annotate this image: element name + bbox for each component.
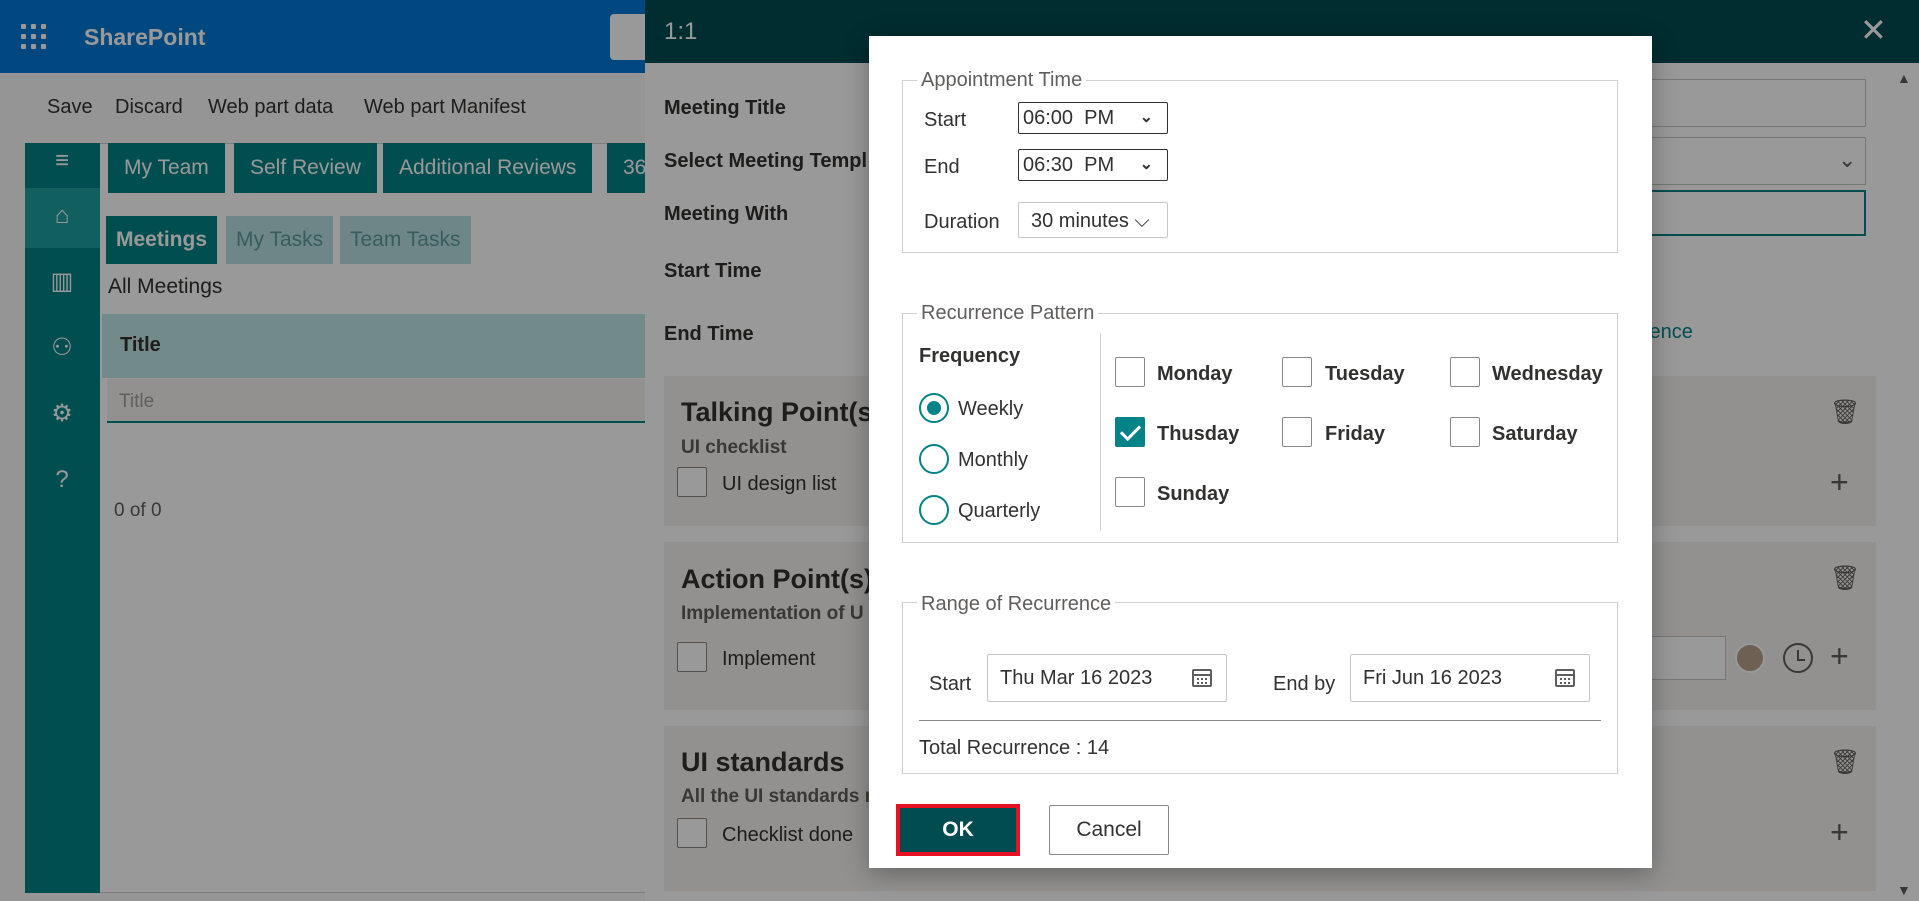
monthly-label[interactable]: Monthly — [958, 449, 1028, 472]
chevron-down-icon: ⌄ — [1139, 109, 1153, 126]
wednesday-label[interactable]: Wednesday — [1492, 363, 1603, 386]
monthly-radio[interactable] — [919, 444, 949, 474]
friday-label[interactable]: Friday — [1325, 423, 1385, 446]
start-time-select[interactable]: 06:00 PM ⌄ — [1018, 102, 1168, 134]
end-label: End — [924, 156, 960, 178]
end-time-select[interactable]: 06:30 PM ⌄ — [1018, 149, 1168, 181]
thursday-checkbox[interactable] — [1115, 417, 1145, 447]
duration-dropdown[interactable]: 30 minutes ⌵ — [1018, 202, 1168, 238]
range-end-datepicker[interactable]: Fri Jun 16 2023 — [1350, 654, 1590, 702]
chevron-down-icon: ⌵ — [1134, 210, 1150, 232]
sunday-checkbox[interactable] — [1115, 477, 1145, 507]
range-start-label: Start — [929, 673, 972, 695]
chevron-down-icon: ⌄ — [1139, 156, 1153, 173]
thursday-label[interactable]: Thusday — [1157, 423, 1239, 446]
divider — [1100, 333, 1101, 531]
tuesday-label[interactable]: Tuesday — [1325, 363, 1405, 386]
cancel-button[interactable]: Cancel — [1049, 805, 1169, 855]
range-end-label: End by — [1273, 673, 1336, 695]
ok-button[interactable]: OK — [896, 804, 1020, 856]
duration-label: Duration — [924, 211, 1000, 233]
range-start-datepicker[interactable]: Thu Mar 16 2023 — [987, 654, 1227, 702]
frequency-label: Frequency — [919, 345, 1021, 367]
weekly-radio[interactable] — [919, 393, 949, 423]
calendar-icon[interactable] — [1192, 669, 1212, 687]
quarterly-radio[interactable] — [919, 495, 949, 525]
range-start-value: Thu Mar 16 2023 — [1000, 667, 1153, 689]
range-end-value: Fri Jun 16 2023 — [1363, 667, 1502, 689]
tuesday-checkbox[interactable] — [1282, 357, 1312, 387]
duration-value: 30 minutes — [1031, 210, 1129, 232]
recurrence-pattern-legend: Recurrence Pattern — [917, 302, 1099, 325]
divider — [919, 720, 1601, 721]
start-time-value: 06:00 PM — [1023, 107, 1115, 129]
wednesday-checkbox[interactable] — [1450, 357, 1480, 387]
appointment-time-legend: Appointment Time — [917, 69, 1087, 92]
sunday-label[interactable]: Sunday — [1157, 483, 1229, 506]
saturday-label[interactable]: Saturday — [1492, 423, 1578, 446]
monday-label[interactable]: Monday — [1157, 363, 1233, 386]
end-time-value: 06:30 PM — [1023, 154, 1115, 176]
appointment-time-group — [902, 80, 1618, 253]
monday-checkbox[interactable] — [1115, 357, 1145, 387]
saturday-checkbox[interactable] — [1450, 417, 1480, 447]
friday-checkbox[interactable] — [1282, 417, 1312, 447]
range-legend: Range of Recurrence — [917, 593, 1116, 616]
quarterly-label[interactable]: Quarterly — [958, 500, 1040, 523]
start-label: Start — [924, 109, 967, 131]
calendar-icon[interactable] — [1555, 669, 1575, 687]
weekly-label[interactable]: Weekly — [958, 398, 1023, 421]
total-recurrence: Total Recurrence : 14 — [919, 737, 1110, 759]
